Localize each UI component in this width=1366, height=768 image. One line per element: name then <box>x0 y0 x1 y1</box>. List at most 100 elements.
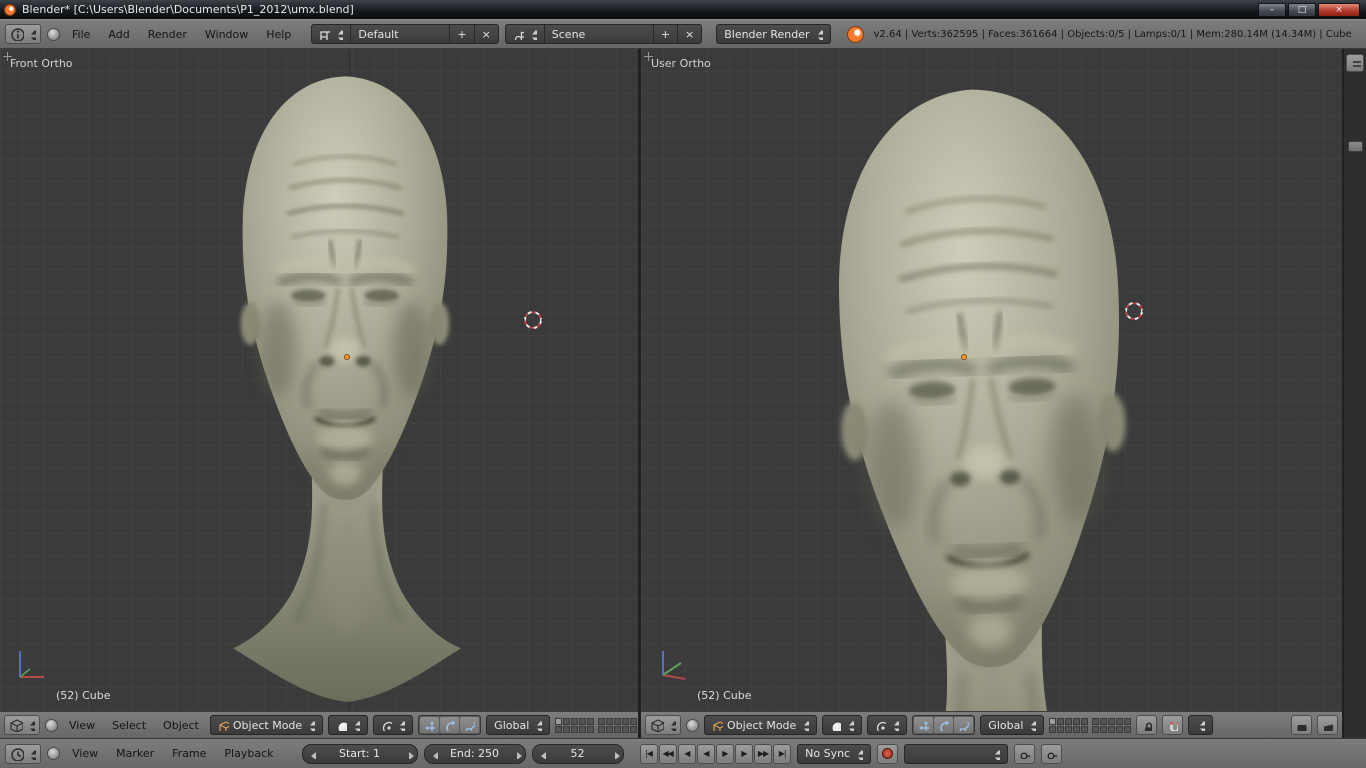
layer-toggle[interactable] <box>1065 726 1072 733</box>
header-menus-toggle[interactable] <box>47 747 60 760</box>
area-split-handle[interactable] <box>3 52 12 61</box>
editor-type-button-3dview[interactable] <box>645 715 681 735</box>
layer-toggle[interactable] <box>1081 718 1088 725</box>
opengl-render-image-button[interactable] <box>1291 715 1312 735</box>
layer-toggle[interactable] <box>1081 726 1088 733</box>
layer-toggle[interactable] <box>563 718 570 725</box>
layer-toggle[interactable] <box>1049 718 1056 725</box>
scene-delete-button[interactable]: × <box>677 24 702 44</box>
menus-collapse-toggle[interactable] <box>47 28 60 41</box>
close-button[interactable]: × <box>1318 3 1360 17</box>
layer-toggle[interactable] <box>1049 726 1056 733</box>
layer-toggle[interactable] <box>614 726 621 733</box>
layer-toggle[interactable] <box>579 718 586 725</box>
minimize-button[interactable]: – <box>1258 3 1286 17</box>
layer-toggle[interactable] <box>1092 718 1099 725</box>
titlebar[interactable]: Blender* [C:\Users\Blender\Documents\P1_… <box>0 0 1366 19</box>
mode-dropdown[interactable]: Object Mode <box>210 715 323 735</box>
sculpted-head-model[interactable] <box>751 63 1221 711</box>
sync-mode-dropdown[interactable]: No Sync <box>797 744 871 764</box>
rotate-manipulator-button[interactable] <box>440 717 459 733</box>
layer-toggle[interactable] <box>598 718 605 725</box>
translate-manipulator-button[interactable] <box>914 717 933 733</box>
start-frame-field[interactable]: Start: 1 <box>302 744 418 764</box>
layer-toggle[interactable] <box>598 726 605 733</box>
rotate-manipulator-button[interactable] <box>934 717 953 733</box>
layer-toggle[interactable] <box>1116 726 1123 733</box>
menu-file[interactable]: File <box>66 28 96 41</box>
viewport-user-ortho[interactable]: User Ortho (52) Cube <box>641 49 1342 711</box>
editor-type-button-3dview[interactable] <box>4 715 40 735</box>
transform-orientation-dropdown[interactable]: Global <box>486 715 550 735</box>
keying-set-dropdown[interactable] <box>904 744 1008 764</box>
prev-keyframe-button[interactable]: ◀◀ <box>659 744 677 764</box>
layer-toggle[interactable] <box>1124 718 1131 725</box>
snap-element-dropdown[interactable] <box>1188 715 1213 735</box>
record-autokey-button[interactable] <box>877 744 898 764</box>
next-frame-button[interactable]: ▶ <box>735 744 753 764</box>
pivot-point-dropdown[interactable] <box>867 715 907 735</box>
header-menus-toggle[interactable] <box>45 719 58 732</box>
layer-toggle[interactable] <box>555 726 562 733</box>
layer-toggle[interactable] <box>1100 718 1107 725</box>
menu-marker[interactable]: Marker <box>110 747 160 760</box>
menu-frame[interactable]: Frame <box>166 747 212 760</box>
menu-window[interactable]: Window <box>199 28 254 41</box>
mode-dropdown[interactable]: Object Mode <box>704 715 817 735</box>
delete-keyframe-button[interactable] <box>1041 744 1062 764</box>
menu-view[interactable]: View <box>66 747 104 760</box>
viewport-shading-dropdown[interactable] <box>822 715 862 735</box>
layer-toggle[interactable] <box>571 726 578 733</box>
layer-toggle[interactable] <box>622 726 629 733</box>
layer-toggle[interactable] <box>622 718 629 725</box>
next-keyframe-button[interactable]: ▶▶ <box>754 744 772 764</box>
layer-toggle[interactable] <box>555 718 562 725</box>
pivot-point-dropdown[interactable] <box>373 715 413 735</box>
scene-add-button[interactable]: + <box>653 24 678 44</box>
snap-magnet-button[interactable] <box>1162 715 1183 735</box>
play-reverse-button[interactable]: ◀ <box>697 744 715 764</box>
layer-toggle[interactable] <box>1116 718 1123 725</box>
layer-toggle[interactable] <box>606 718 613 725</box>
screen-layout-delete-button[interactable]: × <box>474 24 499 44</box>
layer-toggle[interactable] <box>579 726 586 733</box>
scale-manipulator-button[interactable] <box>954 717 973 733</box>
header-menus-toggle[interactable] <box>686 719 699 732</box>
menu-render[interactable]: Render <box>142 28 193 41</box>
play-button[interactable]: ▶ <box>716 744 734 764</box>
layer-toggle[interactable] <box>1065 718 1072 725</box>
screen-layout-add-button[interactable]: + <box>449 24 474 44</box>
layer-toggle[interactable] <box>1073 726 1080 733</box>
insert-keyframe-button[interactable] <box>1014 744 1035 764</box>
menu-playback[interactable]: Playback <box>218 747 279 760</box>
transform-orientation-dropdown[interactable]: Global <box>980 715 1044 735</box>
menu-add[interactable]: Add <box>102 28 135 41</box>
expand-panel-tab[interactable] <box>1348 141 1363 152</box>
screen-layout-name-field[interactable]: Default <box>350 24 450 44</box>
layer-toggle[interactable] <box>1100 726 1107 733</box>
lock-to-scene-button[interactable] <box>1136 715 1157 735</box>
jump-to-start-button[interactable]: |◀ <box>640 744 658 764</box>
scale-manipulator-button[interactable] <box>460 717 479 733</box>
current-frame-field[interactable]: 52 <box>532 744 624 764</box>
layer-toggle[interactable] <box>614 718 621 725</box>
menu-select[interactable]: Select <box>106 719 152 732</box>
editor-type-button-timeline[interactable] <box>5 744 41 764</box>
prev-frame-button[interactable]: ◀ <box>678 744 696 764</box>
layer-toggle[interactable] <box>1108 718 1115 725</box>
layer-toggle[interactable] <box>630 726 637 733</box>
layer-toggle[interactable] <box>1092 726 1099 733</box>
render-engine-dropdown[interactable]: Blender Render <box>716 24 830 44</box>
layer-toggle[interactable] <box>1073 718 1080 725</box>
area-split-handle[interactable] <box>644 52 653 61</box>
screen-layout-browse-button[interactable] <box>311 24 351 44</box>
maximize-button[interactable]: □ <box>1288 3 1316 17</box>
layer-toggle-group[interactable] <box>555 718 637 733</box>
sculpted-head-model[interactable] <box>173 57 517 702</box>
end-frame-field[interactable]: End: 250 <box>424 744 526 764</box>
layer-toggle[interactable] <box>1124 726 1131 733</box>
scene-name-field[interactable]: Scene <box>544 24 654 44</box>
translate-manipulator-button[interactable] <box>420 717 439 733</box>
jump-to-end-button[interactable]: ▶| <box>773 744 791 764</box>
layer-toggle[interactable] <box>1057 726 1064 733</box>
